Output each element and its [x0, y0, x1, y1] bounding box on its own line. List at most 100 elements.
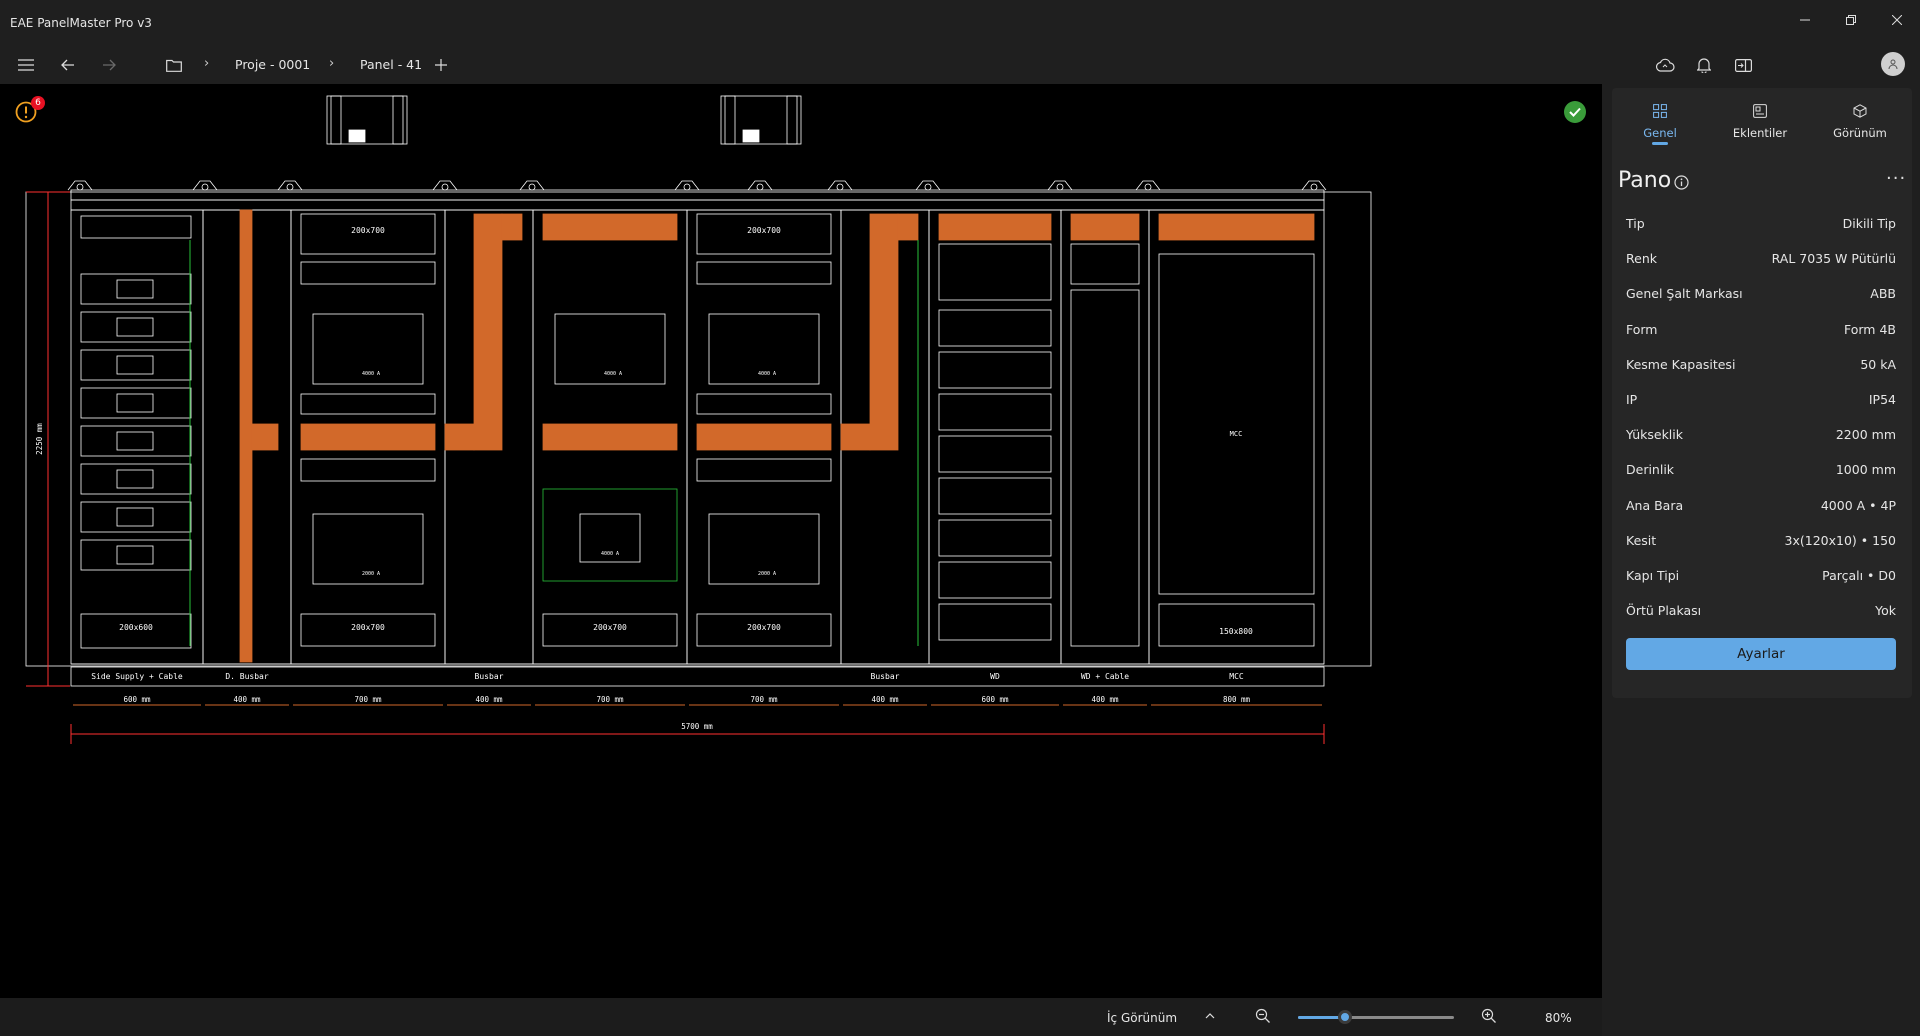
withdrawable-drawer — [938, 309, 1052, 347]
breaker-face — [116, 317, 154, 337]
breaker-module — [80, 463, 192, 495]
close-button[interactable] — [1874, 6, 1920, 34]
breaker-module — [80, 273, 192, 305]
forward-button[interactable] — [94, 50, 124, 80]
breadcrumb-panel[interactable]: Panel - 41 — [360, 57, 422, 72]
chevron-right-icon: › — [204, 56, 210, 71]
info-icon — [1674, 175, 1689, 190]
mcc-door — [1158, 253, 1315, 595]
lifting-eye-hole — [286, 183, 294, 191]
close-icon — [1892, 15, 1902, 25]
property-label: Renk — [1626, 251, 1657, 267]
zoom-in-button[interactable] — [1481, 1008, 1497, 1028]
unit-label: 200x700 — [351, 226, 385, 235]
compartment — [696, 393, 832, 415]
app-window: EAE PanelMaster Pro v3 › Proje - 0001 › … — [0, 0, 1920, 1036]
tab-eklentiler[interactable]: Eklentiler — [1712, 98, 1808, 148]
tab-label: Eklentiler — [1732, 126, 1788, 140]
property-row: Kapı Tipi Parçalı • D0 — [1626, 568, 1896, 588]
compartment — [300, 458, 436, 482]
section-width-label: 700 mm — [354, 695, 382, 704]
property-label: Örtü Plakası — [1626, 603, 1702, 619]
lifting-eye-hole — [528, 183, 536, 191]
breaker-face — [116, 507, 154, 527]
property-row: Örtü Plakası Yok — [1626, 603, 1896, 623]
horizontal-busbar-link — [251, 423, 279, 451]
property-value: 2200 mm — [1835, 427, 1896, 443]
properties-panel: Genel Eklentiler Görünüm Pano ··· Tip Dik… — [1602, 84, 1920, 1036]
tab-genel[interactable]: Genel — [1612, 98, 1708, 148]
property-value: Parçalı • D0 — [1822, 568, 1896, 583]
validation-ok-badge[interactable] — [1564, 101, 1586, 123]
section-frame — [1060, 209, 1150, 665]
lifting-eye-hole — [1310, 183, 1318, 191]
lifting-eye — [432, 180, 458, 191]
property-row: Tip Dikili Tip — [1626, 216, 1896, 236]
view-mode-label[interactable]: İç Görünüm — [1107, 1011, 1177, 1025]
perforated-plate — [542, 488, 678, 582]
withdrawable-drawer — [938, 477, 1052, 515]
top-connection-post — [330, 95, 342, 145]
unit-label: MCC — [1230, 430, 1243, 438]
property-label: Form — [1626, 321, 1658, 337]
withdrawable-drawer — [938, 435, 1052, 473]
panel-toggle-icon — [1734, 58, 1752, 72]
breaker-face — [116, 545, 154, 565]
folder-button[interactable] — [159, 50, 189, 80]
unit-label: 200x700 — [747, 226, 781, 235]
unit-label: 200x600 — [119, 623, 153, 632]
section-label: Side Supply + Cable — [91, 672, 183, 681]
menu-button[interactable] — [11, 50, 41, 80]
lifting-eye-hole — [836, 183, 844, 191]
drawing-canvas[interactable]: Side Supply + Cable 600 mm D. Busbar 400 mm… — [0, 84, 1602, 998]
panel-toggle-button[interactable] — [1728, 50, 1758, 80]
section-width-label: 400 mm — [475, 695, 503, 704]
lifting-eye — [827, 180, 853, 191]
property-row: Renk RAL 7035 W Pütürlü — [1626, 251, 1896, 271]
property-label: IP — [1626, 392, 1638, 407]
restore-button[interactable] — [1828, 6, 1874, 34]
zoom-level: 80% — [1545, 1011, 1572, 1025]
folder-icon — [166, 59, 182, 72]
property-value: 4000 A • 4P — [1820, 497, 1896, 513]
roof-frame — [70, 189, 1325, 201]
settings-button[interactable]: Ayarlar — [1626, 638, 1896, 670]
horizontal-busbar — [696, 423, 832, 451]
info-button[interactable] — [1674, 175, 1689, 194]
breaker-module — [80, 425, 192, 457]
bell-icon — [1697, 58, 1711, 73]
section-label: D. Busbar — [225, 672, 269, 681]
section-width-label: 700 mm — [596, 695, 624, 704]
minimize-icon — [1800, 19, 1810, 21]
toolbar: › Proje - 0001 › Panel - 41 — [0, 46, 1920, 84]
add-tab-button[interactable] — [426, 50, 456, 80]
cloud-button[interactable] — [1650, 50, 1680, 80]
compartment — [696, 458, 832, 482]
property-value: RAL 7035 W Pütürlü — [1771, 251, 1896, 267]
vertical-busbar — [869, 213, 899, 451]
top-connection-post — [724, 95, 736, 145]
zoom-slider[interactable] — [1298, 1010, 1454, 1024]
user-avatar[interactable] — [1881, 52, 1905, 76]
view-mode-toggle[interactable] — [1205, 1008, 1215, 1027]
notifications-button[interactable] — [1689, 50, 1719, 80]
unit-label: 200x700 — [351, 623, 385, 632]
unit-label: 2000 A — [758, 571, 776, 577]
cabinet-drawing[interactable]: Side Supply + Cable 600 mm D. Busbar 400 mm… — [0, 84, 1602, 998]
back-button[interactable] — [53, 50, 83, 80]
perforated-plate — [1070, 289, 1140, 647]
lifting-eye — [192, 180, 218, 191]
zoom-out-button[interactable] — [1255, 1008, 1271, 1028]
section-label: Busbar — [871, 672, 900, 681]
more-options-button[interactable]: ··· — [1886, 168, 1906, 189]
tab-gorunum[interactable]: Görünüm — [1812, 98, 1908, 148]
lifting-eye-hole — [756, 183, 764, 191]
cable-box — [1158, 603, 1315, 647]
top-connection-post — [786, 95, 798, 145]
breadcrumb-project[interactable]: Proje - 0001 — [235, 57, 310, 72]
zoom-slider-thumb[interactable] — [1337, 1010, 1352, 1024]
ventilation-grille — [938, 243, 1052, 301]
ventilation-grille — [1070, 243, 1140, 285]
lifting-eye-hole — [201, 183, 209, 191]
minimize-button[interactable] — [1782, 6, 1828, 34]
